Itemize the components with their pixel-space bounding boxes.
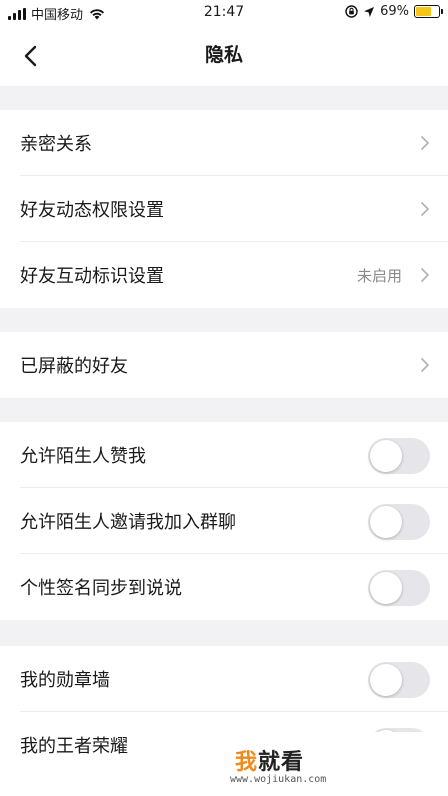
chevron-right-icon (421, 268, 429, 282)
row-label: 个性签名同步到说说 (20, 578, 182, 599)
page-title: 隐私 (204, 44, 243, 66)
row-value: 未启用 (356, 266, 402, 285)
row-signature-sync: 个性签名同步到说说 (0, 554, 448, 620)
row-intimate-relations[interactable]: 亲密关系 (0, 110, 448, 176)
watermark-logo: 我就看 (235, 750, 305, 775)
navigation-bar: 隐私 (0, 26, 448, 86)
row-friend-feed-permissions[interactable]: 好友动态权限设置 (0, 176, 448, 242)
battery-icon (414, 5, 443, 18)
row-label: 好友互动标识设置 (20, 266, 164, 287)
battery-fill (416, 7, 432, 16)
chevron-right-icon (421, 136, 429, 150)
rotation-lock-icon (345, 5, 358, 18)
watermark-url: www.wojiukan.com (230, 774, 327, 785)
location-arrow-icon (364, 6, 375, 17)
toggle-switch[interactable] (368, 504, 430, 540)
row-friend-interaction-badge[interactable]: 好友互动标识设置 未启用 (0, 242, 448, 308)
chevron-right-icon (421, 202, 429, 216)
settings-group-strangers: 允许陌生人赞我 允许陌生人邀请我加入群聊 个性签名同步到说说 (0, 422, 448, 620)
battery-percent: 69% (380, 4, 409, 19)
row-allow-stranger-likes: 允许陌生人赞我 (0, 422, 448, 488)
row-allow-stranger-group-invite: 允许陌生人邀请我加入群聊 (0, 488, 448, 554)
row-blocked-friends[interactable]: 已屏蔽的好友 (0, 332, 448, 398)
row-label: 允许陌生人赞我 (20, 446, 146, 467)
row-label: 已屏蔽的好友 (20, 356, 128, 377)
settings-group-blocked: 已屏蔽的好友 (0, 332, 448, 398)
row-label: 允许陌生人邀请我加入群聊 (20, 512, 236, 533)
toggle-switch[interactable] (368, 438, 430, 474)
row-label: 我的勋章墙 (20, 670, 110, 691)
row-label: 亲密关系 (20, 134, 92, 155)
status-right: 69% (345, 4, 443, 19)
row-medal-wall: 我的勋章墙 (0, 646, 448, 712)
row-label: 我的王者荣耀 (20, 736, 128, 757)
status-bar: 中国移动 21:47 69% (0, 0, 448, 26)
chevron-right-icon (421, 358, 429, 372)
settings-group-relations: 亲密关系 好友动态权限设置 好友互动标识设置 未启用 (0, 110, 448, 308)
toggle-switch[interactable] (368, 570, 430, 606)
toggle-switch[interactable] (368, 662, 430, 698)
row-label: 好友动态权限设置 (20, 200, 164, 221)
watermark: 我就看 www.wojiukan.com (150, 732, 448, 796)
